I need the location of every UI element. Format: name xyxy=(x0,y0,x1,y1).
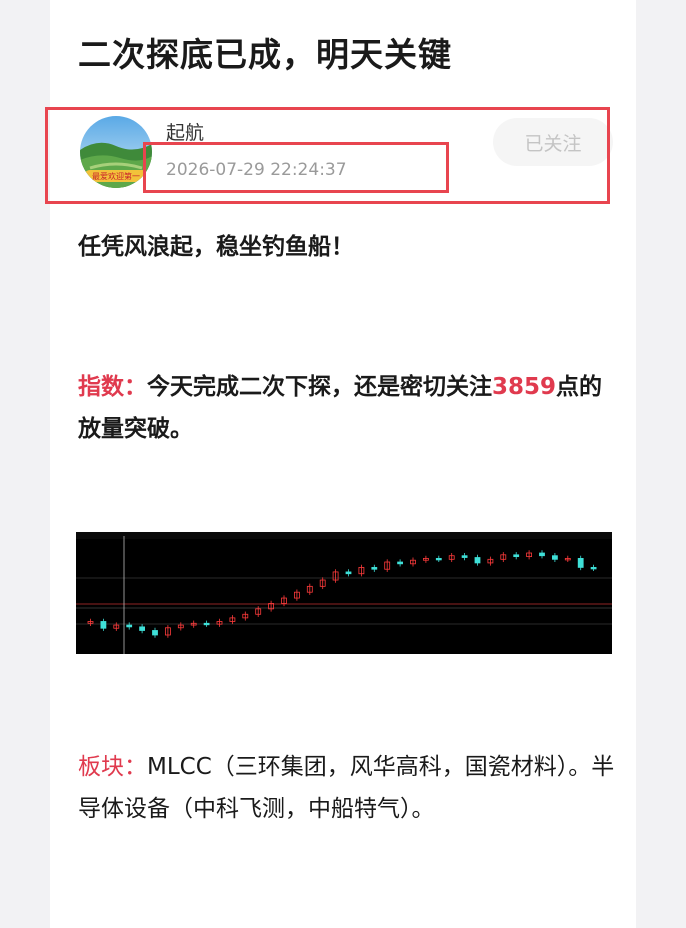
candle-body xyxy=(345,571,352,575)
article-title: 二次探底已成，明天关键 xyxy=(78,35,452,74)
candlestick-chart-svg xyxy=(76,532,612,654)
index-text-1: 今天完成二次下探，还是密切关注 xyxy=(147,374,492,400)
candle-body xyxy=(590,567,597,570)
candle-body xyxy=(139,626,145,631)
candle-body xyxy=(474,557,481,564)
stock-index-chart[interactable] xyxy=(76,532,612,654)
article-page: 二次探底已成，明天关键 最爱欢迎第一 起航 2026-07-29 22:24:3… xyxy=(45,0,636,928)
candle-body xyxy=(100,621,107,629)
candle-body xyxy=(577,558,584,568)
sector-label: 板块： xyxy=(78,754,147,780)
chart-header-bar xyxy=(76,532,612,539)
candle-body xyxy=(397,561,404,565)
candle-body xyxy=(371,567,378,570)
index-label: 指数： xyxy=(78,374,147,400)
candle-body xyxy=(513,554,520,558)
candle-body xyxy=(152,630,158,636)
sector-paragraph: 板块：MLCC（三环集团，风华高科，国瓷材料）。半导体设备（中科飞测，中船特气）… xyxy=(78,746,618,830)
timestamp-highlight-box xyxy=(143,142,449,193)
candle-body xyxy=(203,622,210,626)
slogan-text: 任凭风浪起，稳坐钓鱼船！ xyxy=(78,234,354,260)
candle-body xyxy=(539,552,545,557)
candle-body xyxy=(551,555,558,560)
candle-body xyxy=(461,555,468,558)
candle-body xyxy=(126,624,133,628)
candle-body xyxy=(435,558,442,561)
index-highlight-number: 3859 xyxy=(492,374,557,400)
sector-text: MLCC（三环集团，风华高科，国瓷材料）。半导体设备（中科飞测，中船特气）。 xyxy=(78,754,615,822)
index-paragraph: 指数：今天完成二次下探，还是密切关注3859点的放量突破。 xyxy=(78,366,618,450)
